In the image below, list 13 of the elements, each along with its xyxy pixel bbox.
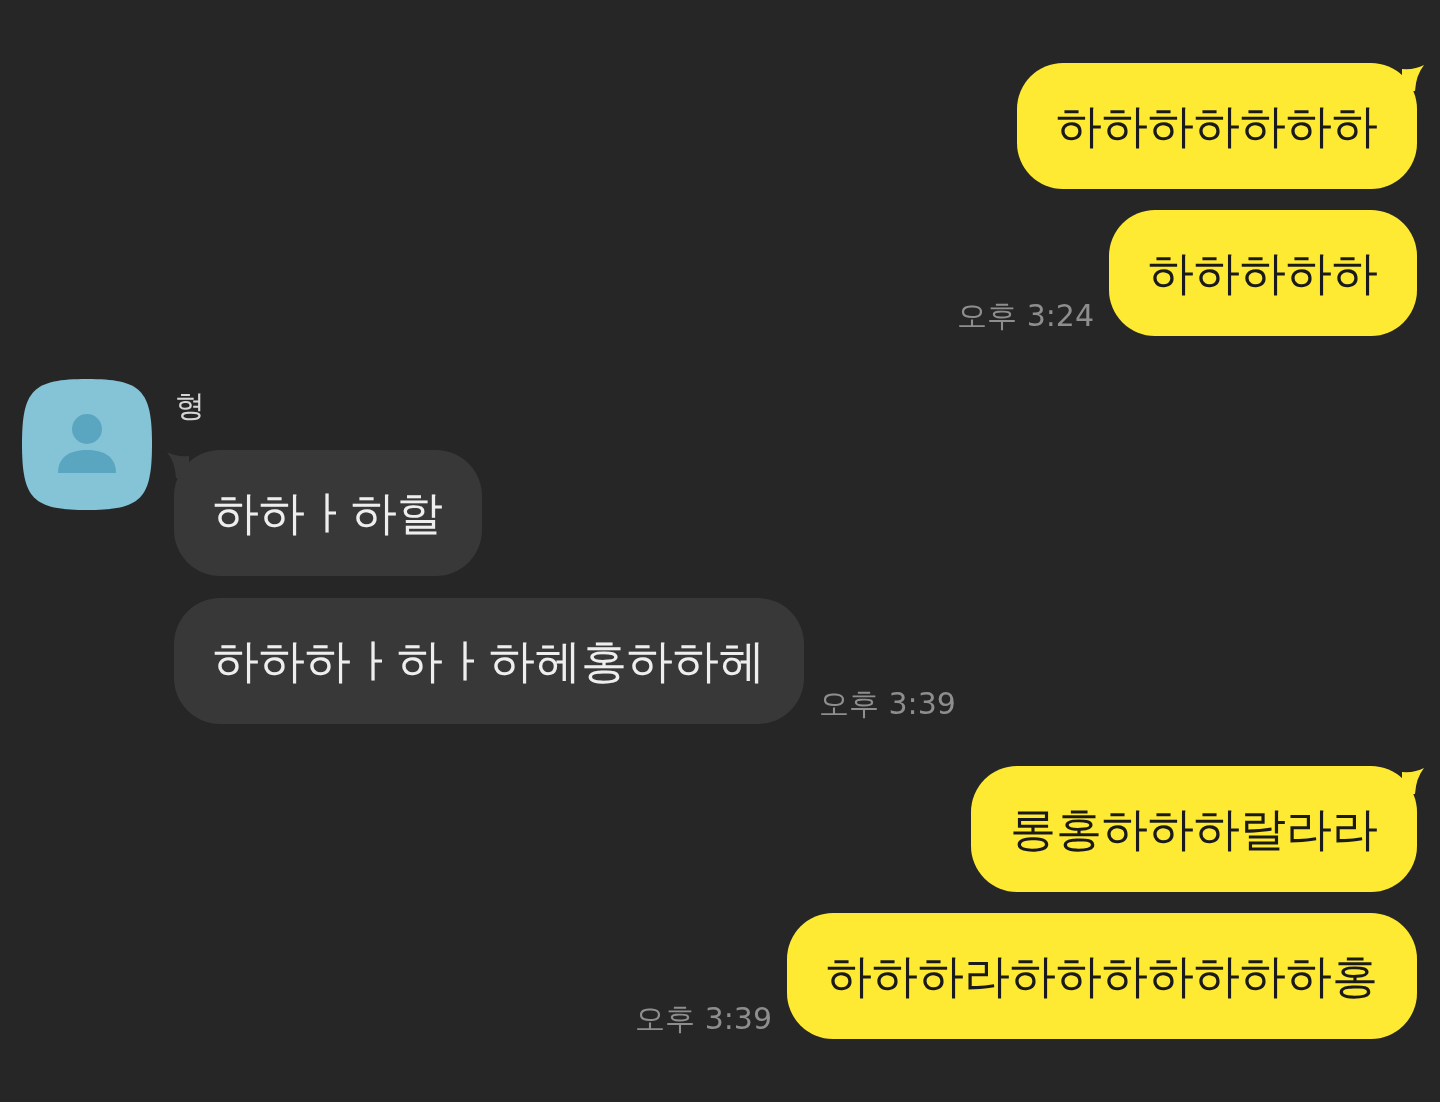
message-bubble: 하하하ㅏ하ㅏ하헤홍하하헤 — [174, 598, 804, 724]
message-bubble: 하하하하하하하 — [1017, 63, 1417, 189]
message-time: 오후 3:24 — [957, 298, 1094, 334]
message-bubble: 하하ㅏ하할 — [174, 450, 482, 576]
message-bubble: 하하하라하하하하하하하홍 — [787, 913, 1417, 1039]
message-bubble: 롱홍하하하랄라라 — [971, 766, 1417, 892]
bubble-tail-icon — [1402, 65, 1424, 91]
avatar-icon — [21, 378, 153, 511]
sender-name: 형 — [175, 388, 205, 424]
message-bubble: 하하하하하 — [1109, 210, 1417, 336]
message-time: 오후 3:39 — [819, 686, 956, 722]
message-time: 오후 3:39 — [635, 1001, 772, 1037]
bubble-tail-icon — [1402, 768, 1424, 794]
